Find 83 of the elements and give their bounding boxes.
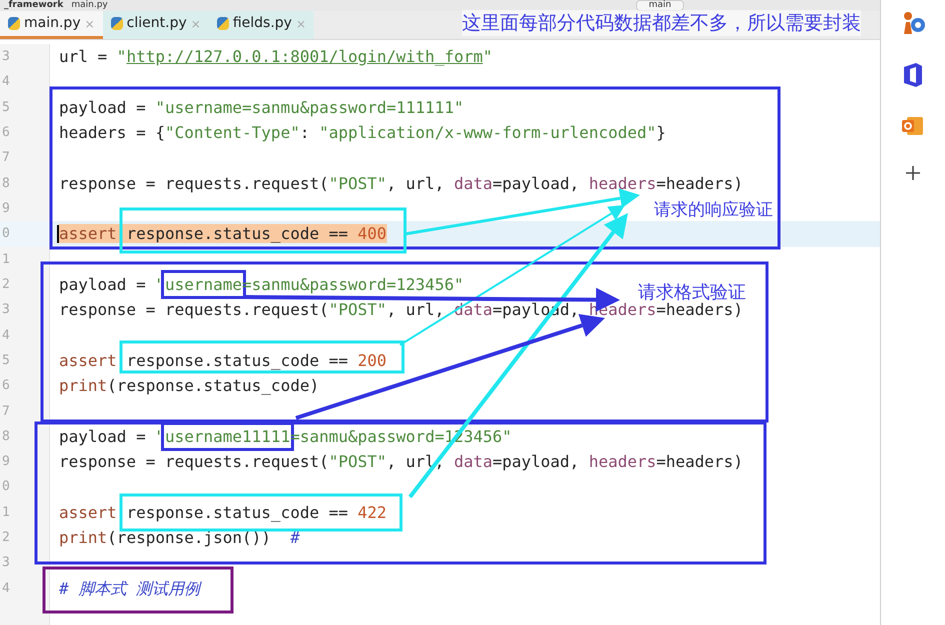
line-number: 2 — [2, 276, 10, 294]
code-text: , url, — [386, 174, 446, 193]
code-text: response = requests.request( — [59, 300, 329, 320]
code-text: response = requests.request( — [59, 452, 329, 472]
code-text: "POST" — [328, 300, 387, 320]
code-text: # — [290, 528, 300, 548]
python-file-icon — [110, 17, 123, 30]
annotation-label: 请求的响应验证 — [654, 199, 773, 222]
code-text: "POST" — [328, 174, 387, 193]
code-text: , url, — [386, 300, 446, 320]
code-text: response.status_code == — [126, 224, 358, 244]
line-number: 3 — [2, 301, 10, 320]
code-text: payload = — [59, 275, 147, 294]
line-number: 8 — [2, 174, 10, 193]
line-number: 8 — [2, 428, 10, 446]
editor-tab[interactable]: fields.py × — [208, 11, 314, 39]
branch-selector[interactable]: main — [636, 0, 684, 11]
code-text: "application/x-www-form-urlencoded" — [319, 123, 656, 142]
line-number: 6 — [2, 124, 10, 142]
python-file-icon — [216, 17, 229, 30]
mail-icon[interactable] — [901, 114, 925, 138]
line-number: 3 — [2, 554, 10, 572]
code-text: headers — [588, 452, 656, 472]
code-text: "POST" — [328, 452, 387, 472]
line-number: 1 — [2, 250, 10, 269]
line-number: 0 — [2, 478, 10, 496]
editor-tab[interactable]: client.py × — [102, 11, 209, 39]
code-text: data — [454, 452, 492, 472]
code-text: "Content-Type" — [164, 123, 300, 142]
plus-icon[interactable] — [904, 164, 922, 182]
code-text: =headers) — [656, 452, 743, 472]
code-text: " — [116, 47, 126, 66]
line-number: 6 — [2, 377, 10, 396]
line-number: 7 — [2, 149, 10, 168]
code-text: " — [482, 47, 492, 66]
code-text: headers — [588, 174, 656, 193]
code-text: =payload, — [492, 452, 580, 472]
code-text: data — [454, 174, 492, 193]
line-number: 0 — [2, 225, 10, 244]
code-text: response = requests.request( — [59, 174, 329, 193]
line-number: 3 — [2, 48, 10, 66]
code-text: payload = — [59, 98, 147, 117]
line-number: 2 — [2, 529, 10, 548]
line-number: 4 — [2, 326, 10, 345]
line-number: 5 — [2, 98, 10, 117]
code-text: print — [59, 528, 108, 548]
line-number: 9 — [2, 200, 10, 218]
code-text: http://127.0.0.1:8001/login/with_form — [126, 47, 483, 66]
code-text: } — [656, 123, 666, 142]
line-number: 1 — [2, 504, 10, 522]
line-number: 4 — [2, 73, 10, 92]
code-text: =headers) — [656, 300, 743, 320]
code-text: =headers) — [656, 174, 743, 193]
code-text: 422 — [358, 503, 387, 522]
code-text: headers = { — [59, 123, 165, 142]
line-number: 9 — [2, 453, 10, 472]
code-text: response.status_code == — [126, 351, 349, 370]
text-cursor-icon — [57, 224, 59, 243]
code-text: response.status_code == — [126, 503, 349, 522]
code-text: url = — [59, 47, 108, 66]
code-text: : — [300, 123, 310, 142]
code-text: # 脚本式 测试用例 — [59, 579, 200, 598]
annotation-label: 请求格式验证 — [638, 281, 746, 303]
code-text: (response.status_code) — [107, 376, 320, 396]
code-text: 400 — [358, 224, 387, 244]
breadcrumb-item[interactable]: main.py — [71, 1, 108, 10]
code-text: "username=sanmu&password=111111" — [155, 98, 464, 117]
code-text: print — [59, 376, 108, 396]
editor-tab[interactable]: main.py × — [0, 11, 103, 39]
office-logo-icon[interactable] — [902, 62, 924, 88]
line-number: 5 — [2, 352, 10, 370]
annotation-note: 这里面每部分代码数据都差不多，所以需要封装 — [462, 10, 861, 36]
line-number: 7 — [2, 402, 10, 420]
breadcrumb-item[interactable]: _framework — [4, 1, 64, 10]
code-text: =payload, — [492, 174, 580, 193]
line-number: 4 — [2, 580, 10, 598]
python-file-icon — [8, 17, 20, 30]
code-text: payload = — [59, 427, 147, 446]
code-text: 200 — [358, 351, 387, 370]
code-text: assert — [59, 503, 118, 522]
code-text: assert — [59, 224, 126, 244]
code-text: (response.json()) — [107, 528, 272, 548]
code-text: assert — [59, 351, 118, 370]
